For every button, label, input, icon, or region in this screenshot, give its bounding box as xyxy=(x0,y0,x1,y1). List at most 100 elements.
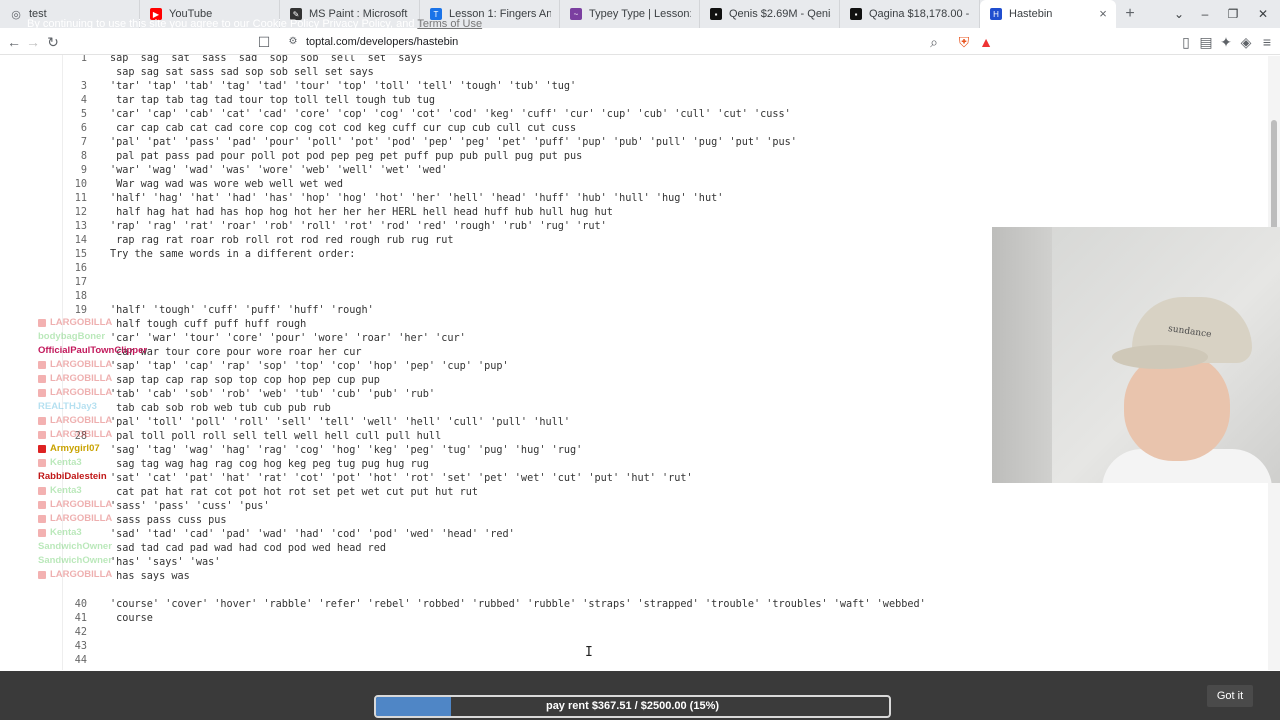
chat-username: Kenta3 xyxy=(50,527,82,538)
chat-badge-icon xyxy=(38,500,46,509)
extensions-icon[interactable]: ✦ xyxy=(1217,33,1235,51)
line-text: pal pat pass pad pour poll pot pod pep p… xyxy=(110,151,583,162)
chat-username: LARGOBILLA xyxy=(50,359,113,370)
code-line: cat pat hat rat cot pot hot rot set pet … xyxy=(63,486,1203,500)
line-number: 3 xyxy=(80,81,87,92)
tab-qagina[interactable]: ▪ Qagina $18,178.00 - Qagina xyxy=(840,0,980,28)
got-it-button[interactable]: Got it xyxy=(1207,685,1253,707)
chat-username: REALTHJay3 xyxy=(38,401,97,412)
menu-icon[interactable]: ≡ xyxy=(1258,33,1276,51)
line-text: 'half' 'hag' 'hat' 'had' 'has' 'hop' 'ho… xyxy=(110,193,724,204)
chat-badge-icon xyxy=(38,360,46,369)
code-line: 44 xyxy=(63,654,1203,668)
tab-typey-type[interactable]: ~ Typey Type | Lesson: One-sylla xyxy=(560,0,700,28)
code-line: 'has' 'says' 'was' xyxy=(63,556,1203,570)
code-line: 9 'war' 'wag' 'wad' 'was' 'wore' 'web' 'w… xyxy=(63,164,1203,178)
chat-username: Kenta3 xyxy=(50,457,82,468)
chat-username: bodybagBoner xyxy=(38,331,106,342)
line-text: 'course' 'cover' 'hover' 'rabble' 'refer… xyxy=(110,599,926,610)
code-line: 'sad' 'tad' 'cad' 'pad' 'wad' 'had' 'cod… xyxy=(63,528,1203,542)
tab-qenis[interactable]: ▪ Qenis $2.69M - Qenis / SOL o xyxy=(700,0,840,28)
cookie-prefix: By continuing to use this site you agree… xyxy=(27,18,250,30)
code-line: 40 'course' 'cover' 'hover' 'rabble' 'ref… xyxy=(63,598,1203,612)
person-face xyxy=(1124,353,1230,461)
new-tab-button[interactable]: + xyxy=(1116,0,1144,28)
reload-icon[interactable]: ↻ xyxy=(44,33,62,51)
line-number: 18 xyxy=(74,291,87,302)
line-text: War wag wad was wore web well wet wed xyxy=(110,179,344,190)
brave-shield-icon[interactable]: ⛨ xyxy=(955,33,973,51)
line-text: 'sad' 'tad' 'cad' 'pad' 'wad' 'had' 'cod… xyxy=(110,529,515,540)
chat-message: SandwichOwner xyxy=(38,540,112,553)
line-number: 8 xyxy=(80,151,87,162)
chat-badge-icon xyxy=(38,486,46,495)
tab-hastebin[interactable]: H Hastebin × xyxy=(980,0,1116,28)
chat-badge-icon xyxy=(38,416,46,425)
line-text: 'tab' 'cab' 'sob' 'rob' 'web' 'tub' 'cub… xyxy=(110,389,436,400)
site-info-icon[interactable]: ⚙ xyxy=(286,35,300,49)
chat-username: LARGOBILLA xyxy=(50,317,113,328)
line-text: 'car' 'cap' 'cab' 'cat' 'cad' 'core' 'co… xyxy=(110,109,791,120)
code-line: 42 xyxy=(63,626,1203,640)
cookie-policy-link[interactable]: Cookie Policy xyxy=(253,18,320,30)
address-bar[interactable]: ⚙ toptal.com/developers/hastebin xyxy=(278,31,998,52)
privacy-policy-link[interactable]: Privacy Policy xyxy=(322,18,390,30)
close-window-icon[interactable]: ✕ xyxy=(1248,0,1278,28)
chat-badge-icon xyxy=(38,444,46,453)
close-tab-icon[interactable]: × xyxy=(1096,7,1110,21)
zoom-icon[interactable]: ⌕ xyxy=(925,33,943,51)
chat-message: Kenta3 xyxy=(38,526,82,539)
sidebar-icon[interactable]: ▯ xyxy=(1177,33,1195,51)
minimize-icon[interactable]: – xyxy=(1190,0,1220,28)
chat-message: LARGOBILLA xyxy=(38,358,112,371)
line-number: 40 xyxy=(74,599,87,610)
line-text: 'sap' 'tap' 'cap' 'rap' 'sop' 'top' 'cop… xyxy=(110,361,509,372)
chat-username: SandwichOwner xyxy=(38,555,112,566)
line-text: 'pal' 'pat' 'pass' 'pad' 'pour' 'poll' '… xyxy=(110,137,797,148)
line-number: 7 xyxy=(80,137,87,148)
chart-icon: ▪ xyxy=(850,8,862,20)
chat-message: RabbiDalestein xyxy=(38,470,107,483)
code-line: 10 War wag wad was wore web well wet wed xyxy=(63,178,1203,192)
chat-username: LARGOBILLA xyxy=(50,429,113,440)
code-line: sass pass cuss pus xyxy=(63,514,1203,528)
vpn-icon[interactable]: ◈ xyxy=(1237,33,1255,51)
code-line: 1 sap sag sat sass sad sop sob sell set s… xyxy=(63,55,1203,66)
chat-username: Armygirl07 xyxy=(50,443,100,454)
chat-message: LARGOBILLA xyxy=(38,316,112,329)
line-text: Try the same words in a different order: xyxy=(110,249,356,260)
code-line: 7 'pal' 'pat' 'pass' 'pad' 'pour' 'poll' … xyxy=(63,136,1203,150)
tab-label: Qagina $18,178.00 - Qagina xyxy=(869,8,971,20)
code-line: 4 tar tap tab tag tad tour top toll tell… xyxy=(63,94,1203,108)
hastebin-icon: H xyxy=(990,8,1002,20)
chat-username: OfficialPaulTownClipper xyxy=(38,345,148,356)
back-icon[interactable]: ← xyxy=(5,33,23,51)
forward-icon[interactable]: → xyxy=(24,33,42,51)
line-number: 4 xyxy=(80,95,87,106)
browser-toolbar: ← → ↻ ☐ ⚙ toptal.com/developers/hastebin… xyxy=(0,28,1280,55)
chat-message: REALTHJay3 xyxy=(38,400,97,413)
chat-badge-icon xyxy=(38,388,46,397)
code-line: 8 pal pat pass pad pour poll pot pod pep… xyxy=(63,150,1203,164)
maximize-icon[interactable]: ❐ xyxy=(1218,0,1248,28)
cookie-notice: By continuing to use this site you agree… xyxy=(27,18,482,30)
line-number: 5 xyxy=(80,109,87,120)
chat-message: LARGOBILLA xyxy=(38,386,112,399)
wallet-icon[interactable]: ▤ xyxy=(1197,33,1215,51)
brave-rewards-icon[interactable]: ▲ xyxy=(977,33,995,51)
line-number: 42 xyxy=(74,627,87,638)
chat-username: LARGOBILLA xyxy=(50,373,113,384)
chat-badge-icon xyxy=(38,458,46,467)
line-number: 6 xyxy=(80,123,87,134)
bookmark-icon[interactable]: ☐ xyxy=(255,33,273,51)
line-number: 16 xyxy=(74,263,87,274)
typey-icon: ~ xyxy=(570,8,582,20)
rent-progress-label: pay rent $367.51 / $2500.00 (15%) xyxy=(545,700,720,712)
tab-label: Typey Type | Lesson: One-sylla xyxy=(589,8,691,20)
line-text: tar tap tab tag tad tour top toll tell t… xyxy=(110,95,436,106)
chat-message: bodybagBoner xyxy=(38,330,105,343)
line-text: 'sag' 'tag' 'wag' 'hag' 'rag' 'cog' 'hog… xyxy=(110,445,583,456)
terms-link[interactable]: Terms of Use xyxy=(417,18,482,30)
background-door xyxy=(992,227,1052,483)
code-line: 6 car cap cab cat cad core cop cog cot c… xyxy=(63,122,1203,136)
